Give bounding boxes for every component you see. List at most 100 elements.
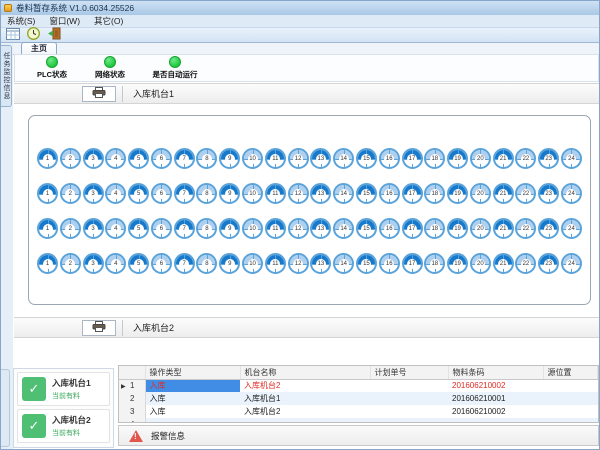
cell-material-barcode[interactable]: 201606210001: [448, 392, 543, 405]
rack-position[interactable]: 20: [470, 253, 491, 274]
rack-position[interactable]: 24: [561, 148, 582, 169]
cell-material-barcode[interactable]: 201606210002: [448, 405, 543, 418]
rack-position[interactable]: 13: [310, 183, 331, 204]
rack-position[interactable]: 10: [242, 183, 263, 204]
rack-position[interactable]: 8: [196, 218, 217, 239]
rack-position[interactable]: 17: [402, 253, 423, 274]
rack-position[interactable]: 18: [424, 253, 445, 274]
menu-item-system[interactable]: 系统(S): [7, 15, 35, 27]
rack-position[interactable]: 10: [242, 148, 263, 169]
machine-card-2[interactable]: ✓ 入库机台2 当前有料: [17, 409, 110, 443]
rack-position[interactable]: 22: [515, 218, 536, 239]
clock-button[interactable]: [26, 29, 41, 42]
rack-position[interactable]: 2: [60, 253, 81, 274]
rack-position[interactable]: 1: [37, 253, 58, 274]
rack-position[interactable]: 7: [174, 218, 195, 239]
table-row[interactable]: 2入库入库机台1201606210001: [119, 392, 598, 405]
rack-position[interactable]: 19: [447, 148, 468, 169]
cell-machine-name[interactable]: 入库机台1: [240, 392, 370, 405]
rack-position[interactable]: 14: [333, 183, 354, 204]
rack-position[interactable]: 4: [105, 253, 126, 274]
rack-position[interactable]: 3: [83, 253, 104, 274]
rack-position[interactable]: 7: [174, 183, 195, 204]
tab-home[interactable]: 主页: [21, 42, 57, 54]
cell-machine-name[interactable]: [240, 418, 370, 423]
col-machine-name[interactable]: 机台名称: [240, 366, 370, 379]
rack-position[interactable]: 12: [288, 253, 309, 274]
cell-operation-type[interactable]: [145, 418, 240, 423]
rack-position[interactable]: 7: [174, 253, 195, 274]
rack-position[interactable]: 20: [470, 148, 491, 169]
rack-position[interactable]: 9: [219, 148, 240, 169]
rack-position[interactable]: 2: [60, 183, 81, 204]
rack-position[interactable]: 23: [538, 183, 559, 204]
cell-plan-number[interactable]: [370, 392, 448, 405]
rack-position[interactable]: 14: [333, 253, 354, 274]
rack-position[interactable]: 13: [310, 253, 331, 274]
rack-position[interactable]: 22: [515, 148, 536, 169]
rack-position[interactable]: 21: [493, 218, 514, 239]
rack-position[interactable]: 16: [379, 218, 400, 239]
rack-position[interactable]: 3: [83, 218, 104, 239]
rack-position[interactable]: 12: [288, 183, 309, 204]
rack-position[interactable]: 14: [333, 218, 354, 239]
schedule-button[interactable]: [5, 29, 20, 42]
rack-position[interactable]: 2: [60, 148, 81, 169]
rack-position[interactable]: 17: [402, 148, 423, 169]
rack-position[interactable]: 15: [356, 148, 377, 169]
print-button-station1[interactable]: [82, 86, 116, 102]
rack-position[interactable]: 8: [196, 253, 217, 274]
cell-operation-type[interactable]: 入库: [145, 392, 240, 405]
rack-position[interactable]: 17: [402, 218, 423, 239]
rack-position[interactable]: 24: [561, 218, 582, 239]
table-row[interactable]: 3入库入库机台2 201606210002: [119, 405, 598, 418]
rack-position[interactable]: 1: [37, 183, 58, 204]
cell-machine-name[interactable]: 入库机台2: [240, 405, 370, 418]
rack-position[interactable]: 13: [310, 148, 331, 169]
table-row[interactable]: ▶1入库入库机台2201606210002: [119, 379, 598, 392]
bottom-side-panel-tab[interactable]: [1, 369, 10, 447]
exit-button[interactable]: [47, 29, 62, 42]
rack-position[interactable]: 19: [447, 253, 468, 274]
cell-machine-name[interactable]: 入库机台2: [240, 379, 370, 392]
rack-position[interactable]: 10: [242, 218, 263, 239]
rack-position[interactable]: 21: [493, 253, 514, 274]
rack-position[interactable]: 15: [356, 218, 377, 239]
rack-position[interactable]: 21: [493, 183, 514, 204]
rack-position[interactable]: 3: [83, 183, 104, 204]
rack-position[interactable]: 5: [128, 148, 149, 169]
col-material-barcode[interactable]: 物料条码: [448, 366, 543, 379]
menu-item-other[interactable]: 其它(O): [94, 15, 123, 27]
row-header[interactable]: 4: [119, 418, 145, 423]
cell-source-position[interactable]: [543, 418, 598, 423]
rack-position[interactable]: 8: [196, 148, 217, 169]
rack-position[interactable]: 14: [333, 148, 354, 169]
rack-position[interactable]: 6: [151, 253, 172, 274]
col-operation-type[interactable]: 操作类型: [145, 366, 240, 379]
rack-position[interactable]: 6: [151, 183, 172, 204]
print-button-station2[interactable]: [82, 320, 116, 336]
row-header[interactable]: 3: [119, 405, 145, 418]
rack-position[interactable]: 11: [265, 148, 286, 169]
rack-position[interactable]: 22: [515, 253, 536, 274]
rack-position[interactable]: 5: [128, 218, 149, 239]
cell-source-position[interactable]: [543, 392, 598, 405]
rack-position[interactable]: 4: [105, 148, 126, 169]
cell-source-position[interactable]: [543, 379, 598, 392]
rack-position[interactable]: 23: [538, 253, 559, 274]
rack-position[interactable]: 5: [128, 183, 149, 204]
rack-position[interactable]: 2: [60, 218, 81, 239]
col-source-position[interactable]: 源位置: [543, 366, 598, 379]
cell-plan-number[interactable]: [370, 405, 448, 418]
rack-position[interactable]: 9: [219, 253, 240, 274]
rack-position[interactable]: 19: [447, 183, 468, 204]
rack-position[interactable]: 22: [515, 183, 536, 204]
rack-position[interactable]: 9: [219, 218, 240, 239]
col-plan-number[interactable]: 计划单号: [370, 366, 448, 379]
rack-position[interactable]: 15: [356, 183, 377, 204]
cell-operation-type[interactable]: 入库: [145, 405, 240, 418]
rack-position[interactable]: 1: [37, 218, 58, 239]
rack-position[interactable]: 6: [151, 148, 172, 169]
menu-item-window[interactable]: 窗口(W): [49, 15, 80, 27]
rack-position[interactable]: 24: [561, 253, 582, 274]
